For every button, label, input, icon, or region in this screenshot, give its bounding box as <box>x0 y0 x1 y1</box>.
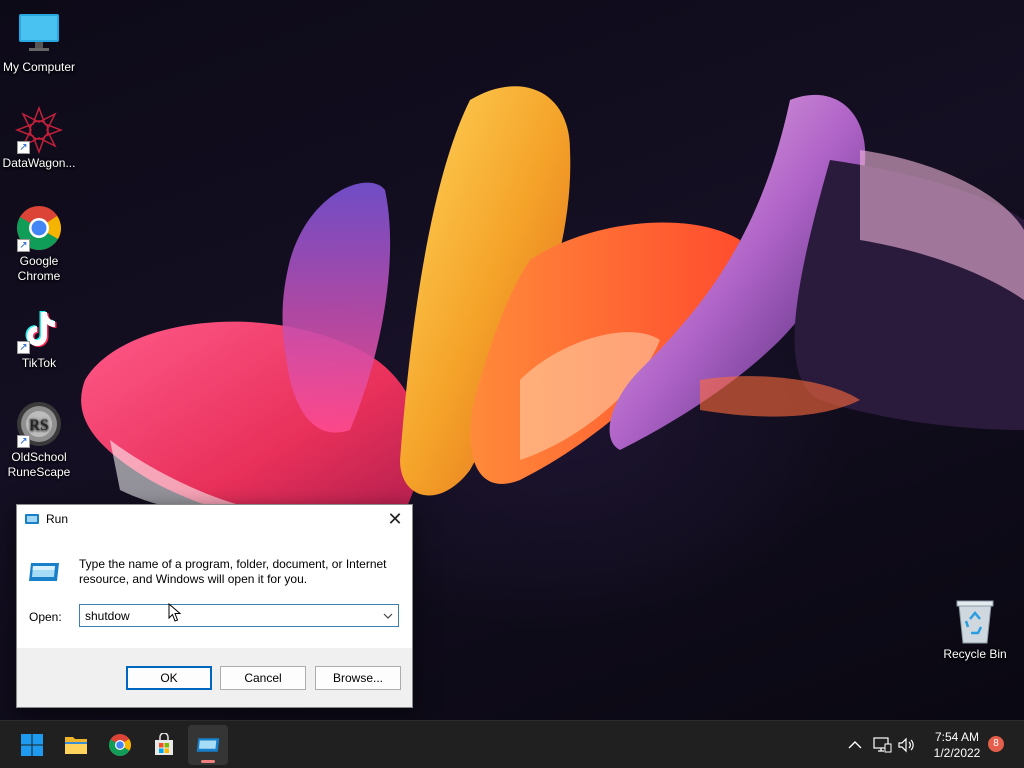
network-icon <box>873 737 892 753</box>
ok-button[interactable]: OK <box>126 666 212 690</box>
active-app-indicator <box>201 760 215 763</box>
shortcut-arrow-icon: ↗ <box>17 341 30 354</box>
run-dialog-body: Type the name of a program, folder, docu… <box>17 534 412 648</box>
runescape-icon: RS ↗ <box>15 400 63 448</box>
shortcut-arrow-icon: ↗ <box>17 141 30 154</box>
run-icon <box>196 738 220 752</box>
open-input[interactable] <box>80 605 376 626</box>
file-explorer-icon <box>65 737 87 754</box>
desktop-icon-label: Recycle Bin <box>943 647 1007 661</box>
run-dialog-titlebar[interactable]: Run ✕ <box>17 505 412 534</box>
desktop-icon-google-chrome[interactable]: ↗ Google Chrome <box>0 204 78 284</box>
taskbar-run[interactable] <box>188 725 228 765</box>
clock-date: 1/2/2022 <box>933 746 981 760</box>
notification-badge[interactable]: 8 <box>988 736 1004 752</box>
clock-time: 7:54 AM <box>934 730 980 744</box>
browse-button[interactable]: Browse... <box>315 666 401 690</box>
desktop-icon-label: My Computer <box>2 60 76 74</box>
chrome-icon <box>109 734 131 756</box>
taskbar-clock[interactable]: 7:54 AM 1/2/2022 <box>926 729 988 761</box>
recycle-bin-icon <box>951 597 999 645</box>
chrome-icon: ↗ <box>15 204 63 252</box>
desktop-icon-label: Google Chrome <box>17 254 61 283</box>
run-dialog-title: Run <box>46 512 69 526</box>
desktop-icon-my-computer[interactable]: My Computer <box>0 10 78 75</box>
chevron-up-icon <box>848 741 862 749</box>
network-button[interactable] <box>872 735 892 755</box>
taskbar: 7:54 AM 1/2/2022 <box>0 720 1024 768</box>
monitor-icon <box>15 10 63 58</box>
run-dialog-footer: OK Cancel Browse... <box>17 648 412 707</box>
close-button[interactable]: ✕ <box>378 505 412 534</box>
chevron-down-icon[interactable] <box>381 609 395 623</box>
run-description: Type the name of a program, folder, docu… <box>79 557 387 586</box>
close-icon: ✕ <box>387 509 403 529</box>
run-dialog[interactable]: Run ✕ Type the name of a program, folder… <box>16 504 413 708</box>
shortcut-arrow-icon: ↗ <box>17 435 30 448</box>
mouse-cursor-icon <box>168 603 182 622</box>
desktop-icon-label: DataWagon... <box>2 156 76 170</box>
start-button[interactable] <box>12 725 52 765</box>
svg-text:RS: RS <box>29 417 49 434</box>
desktop-icon-oldschool-runescape[interactable]: RS ↗ OldSchool RuneScape <box>0 400 78 480</box>
taskbar-microsoft-store[interactable] <box>144 725 184 765</box>
run-icon <box>25 514 39 524</box>
desktop-icon-tiktok[interactable]: ↗ TikTok <box>0 306 78 371</box>
show-hidden-icons-button[interactable] <box>845 735 865 755</box>
shortcut-arrow-icon: ↗ <box>17 239 30 252</box>
start-icon <box>21 734 43 756</box>
desktop-icon-label: OldSchool RuneScape <box>7 450 71 479</box>
desktop-icon-recycle-bin[interactable]: Recycle Bin <box>936 597 1014 662</box>
datawagon-icon: ↗ <box>14 105 64 155</box>
taskbar-chrome[interactable] <box>100 725 140 765</box>
run-large-icon <box>29 563 59 581</box>
volume-icon <box>898 737 914 753</box>
desktop-icon-label: TikTok <box>21 356 57 370</box>
store-icon <box>155 733 173 755</box>
desktop-icon-datawagon[interactable]: ↗ DataWagon... <box>0 105 78 171</box>
open-label: Open: <box>29 610 62 624</box>
taskbar-file-explorer[interactable] <box>56 725 96 765</box>
cancel-button[interactable]: Cancel <box>220 666 306 690</box>
desktop: My Computer ↗ DataWagon... ↗ Google Chro… <box>0 0 1024 720</box>
tiktok-icon: ↗ <box>15 306 63 354</box>
volume-button[interactable] <box>896 735 916 755</box>
open-combobox[interactable] <box>79 604 399 627</box>
